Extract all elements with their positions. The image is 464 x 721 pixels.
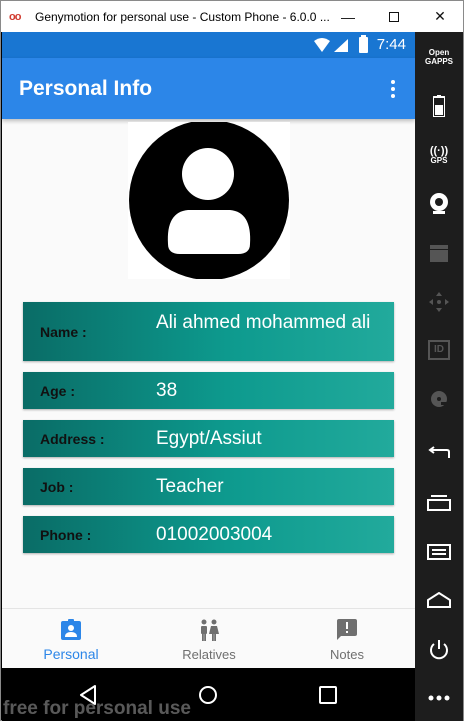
maximize-icon — [389, 11, 399, 22]
gps-signal-icon: ((·)) — [429, 145, 449, 157]
contact-card-icon — [61, 619, 81, 640]
dpad-widget-button[interactable] — [415, 282, 463, 322]
id-icon: ID — [428, 340, 450, 360]
field-value: 38 — [156, 380, 178, 401]
field-value: Egypt/Assiut — [156, 428, 262, 449]
field-value: 01002003004 — [156, 524, 273, 545]
battery-icon — [433, 95, 445, 117]
battery-icon — [359, 35, 368, 53]
field-label: Address : — [40, 431, 105, 447]
gps-icon: ((·)) GPS — [429, 145, 449, 166]
feedback-icon — [337, 619, 357, 640]
disk-io-widget-button[interactable] — [415, 379, 463, 419]
field-label: Job : — [40, 479, 74, 495]
tab-label: Notes — [330, 647, 364, 662]
info-row-name: Name : Ali ahmed mohammed ali — [23, 302, 394, 361]
tab-label: Personal — [43, 646, 99, 662]
battery-widget-button[interactable] — [415, 86, 463, 126]
info-row-address: Address : Egypt/Assiut — [23, 420, 394, 457]
status-bar: 7:44 — [2, 32, 415, 58]
overflow-dot-icon — [391, 94, 395, 98]
signal-icon — [334, 39, 348, 52]
watermark-text: free for personal use — [3, 698, 191, 719]
window-titlebar: oo Genymotion for personal use - Custom … — [1, 1, 463, 32]
webcam-icon — [430, 193, 448, 214]
back-widget-button[interactable] — [415, 434, 463, 474]
maximize-button[interactable] — [371, 1, 417, 32]
field-label: Name : — [40, 324, 87, 340]
close-button[interactable]: ✕ — [417, 1, 463, 32]
genymotion-logo-icon: oo — [9, 10, 21, 23]
people-icon — [201, 619, 219, 641]
screencast-widget-button[interactable] — [415, 233, 463, 273]
field-label: Phone : — [40, 527, 92, 543]
app-bar: Personal Info — [2, 58, 415, 119]
recents-icon — [427, 495, 451, 511]
clapperboard-icon — [430, 245, 448, 262]
webcam-widget-button[interactable] — [415, 183, 463, 223]
move-icon — [429, 292, 449, 312]
more-dots-icon — [428, 695, 450, 701]
home-icon — [427, 592, 451, 608]
emulator-sidebar: Open GAPPS ((·)) GPS ID — [415, 32, 463, 721]
tab-label: Relatives — [182, 647, 236, 662]
overflow-dot-icon — [391, 87, 395, 91]
overflow-dot-icon — [391, 80, 395, 84]
recents-icon[interactable] — [319, 686, 337, 704]
device-id-widget-button[interactable]: ID — [415, 330, 463, 370]
recent-apps-widget-button[interactable] — [415, 483, 463, 523]
phone-screen: 7:44 Personal Info Name : Ali ahmed moha… — [2, 32, 415, 721]
avatar-icon — [129, 122, 289, 279]
gps-widget-button[interactable]: ((·)) GPS — [415, 136, 463, 176]
overflow-menu-button[interactable] — [381, 75, 405, 103]
info-row-age: Age : 38 — [23, 372, 394, 409]
gapps-label: Open — [428, 48, 450, 57]
gapps-label: GAPPS — [424, 57, 453, 66]
tab-personal[interactable]: Personal — [2, 609, 140, 669]
minimize-button[interactable]: — — [325, 1, 371, 32]
more-widget-button[interactable] — [415, 678, 463, 718]
power-icon — [430, 640, 448, 660]
page-title: Personal Info — [19, 77, 153, 100]
profile-avatar — [128, 122, 290, 279]
window-title: Genymotion for personal use - Custom Pho… — [35, 9, 330, 24]
status-time: 7:44 — [376, 36, 406, 53]
emulator-window: oo Genymotion for personal use - Custom … — [0, 0, 464, 721]
wifi-icon — [314, 38, 330, 52]
open-gapps-button[interactable]: Open GAPPS — [421, 48, 457, 66]
field-value: Teacher — [156, 476, 224, 497]
home-icon[interactable] — [198, 685, 218, 705]
back-arrow-icon — [428, 446, 450, 458]
field-value: Ali ahmed mohammed ali — [156, 312, 371, 333]
bottom-navigation: Personal Relatives Notes — [2, 608, 415, 668]
tab-relatives[interactable]: Relatives — [140, 609, 278, 669]
home-widget-button[interactable] — [415, 580, 463, 620]
menu-widget-button[interactable] — [415, 532, 463, 572]
gps-label: GPS — [430, 156, 448, 165]
info-row-job: Job : Teacher — [23, 468, 394, 505]
menu-icon — [427, 544, 451, 560]
tab-notes[interactable]: Notes — [278, 609, 415, 669]
field-label: Age : — [40, 383, 75, 399]
disk-icon — [431, 391, 447, 407]
info-row-phone: Phone : 01002003004 — [23, 516, 394, 553]
power-widget-button[interactable] — [415, 630, 463, 670]
